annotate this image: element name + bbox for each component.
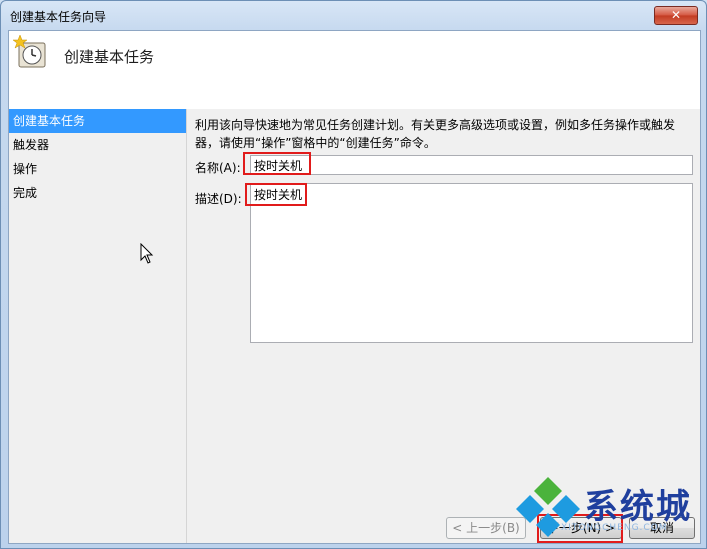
name-highlight-box xyxy=(243,152,311,175)
window-title: 创建基本任务向导 xyxy=(10,10,107,24)
step-action[interactable]: 操作 xyxy=(9,157,186,181)
title-bar[interactable]: 创建基本任务向导 ✕ xyxy=(1,1,706,31)
step-create-basic-task[interactable]: 创建基本任务 xyxy=(9,109,186,133)
back-button[interactable]: < 上一步(B) xyxy=(446,517,526,539)
mouse-cursor-icon xyxy=(140,243,154,264)
step-finish[interactable]: 完成 xyxy=(9,181,186,205)
step-trigger[interactable]: 触发器 xyxy=(9,133,186,157)
watermark-text: 系统城 xyxy=(584,487,692,527)
name-input[interactable]: 按时关机 xyxy=(250,155,693,175)
watermark: 系统城 XITONGCHENG.COM xyxy=(516,475,706,545)
description-highlight-box xyxy=(245,183,307,206)
page-title: 创建基本任务 xyxy=(64,48,155,66)
task-scheduler-clock-icon xyxy=(13,35,46,68)
wizard-client: 创建基本任务 创建基本任务 触发器 操作 完成 利用该向导快速地为常见任务创建计… xyxy=(8,30,701,544)
watermark-url: XITONGCHENG.COM xyxy=(561,523,668,533)
close-button[interactable]: ✕ xyxy=(654,6,698,25)
name-label: 名称(A): xyxy=(195,161,241,175)
description-textarea[interactable]: 按时关机 xyxy=(250,183,693,343)
description-label: 描述(D): xyxy=(195,192,242,206)
wizard-description: 利用该向导快速地为常见任务创建计划。有关更多高级选项或设置，例如多任务操作或触发… xyxy=(195,116,695,152)
steps-sidebar: 创建基本任务 触发器 操作 完成 xyxy=(9,109,187,543)
description-line-1: 利用该向导快速地为常见任务创建计划。有关更多高级选项或设置，例如多任务操作或触发 xyxy=(195,118,676,132)
wizard-window: 创建基本任务向导 ✕ 创建基本任务 创建基本任务 触发器 操作 完成 利用该向导… xyxy=(0,0,707,549)
description-line-2: 器，请使用“操作”窗格中的“创建任务”命令。 xyxy=(195,136,436,150)
wizard-header: 创建基本任务 xyxy=(9,31,700,83)
